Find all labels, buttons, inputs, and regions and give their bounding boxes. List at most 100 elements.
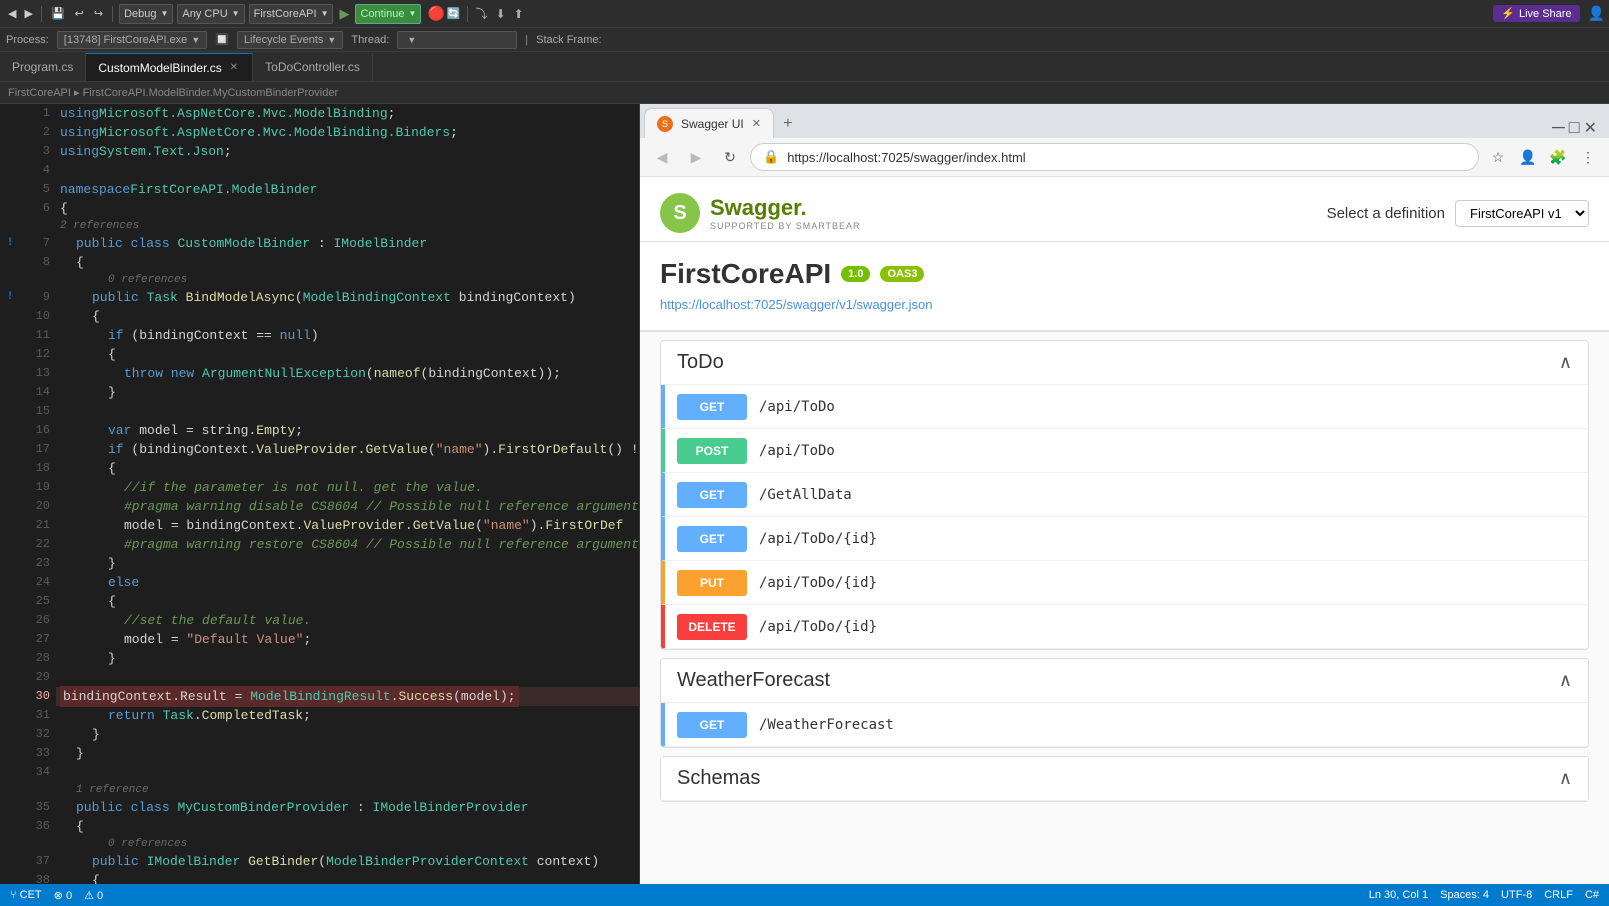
code-line: [56, 763, 639, 782]
profile-icon[interactable]: 👤: [1515, 144, 1541, 170]
code-line: {: [56, 592, 639, 611]
code-line: using System.Text.Json;: [56, 142, 639, 161]
select-definition: Select a definition FirstCoreAPI v1: [1327, 200, 1589, 227]
status-right: Ln 30, Col 1 Spaces: 4 UTF-8 CRLF C#: [1369, 889, 1599, 901]
back-button[interactable]: ◀: [648, 143, 676, 171]
line-ending[interactable]: CRLF: [1544, 889, 1573, 901]
ref-hint: 0 references: [56, 272, 639, 288]
code-line: if (bindingContext == null): [56, 326, 639, 345]
todo-section-header[interactable]: ToDo ∧: [661, 341, 1588, 385]
endpoint-path: /GetAllData: [759, 487, 852, 503]
close-tab-icon[interactable]: ✕: [228, 61, 240, 74]
debug-dropdown[interactable]: Debug ▼: [119, 4, 173, 24]
swagger-logo: S Swagger. SUPPORTED BY SMARTBEAR: [660, 193, 861, 233]
endpoint-get-weather[interactable]: GET /WeatherForecast: [661, 703, 1588, 747]
tab-custom-model-binder[interactable]: CustomModelBinder.cs ✕: [86, 53, 253, 81]
bookmark-icon[interactable]: ☆: [1485, 144, 1511, 170]
code-line: {: [56, 253, 639, 272]
encoding[interactable]: UTF-8: [1501, 889, 1532, 901]
code-line: {: [56, 345, 639, 364]
code-line: else: [56, 573, 639, 592]
step-into[interactable]: ⬇: [492, 7, 510, 21]
step-over[interactable]: ⤵: [472, 5, 492, 22]
user-icon[interactable]: 👤: [1588, 5, 1605, 22]
process-dropdown[interactable]: [13748] FirstCoreAPI.exe ▼: [57, 31, 207, 49]
minimize-btn[interactable]: ─: [1552, 117, 1565, 138]
code-line: #pragma warning disable CS8604 // Possib…: [56, 497, 639, 516]
todo-section-title: ToDo: [677, 351, 724, 374]
code-line: [56, 402, 639, 421]
oas-badge: OAS3: [880, 266, 924, 282]
endpoint-get-all-data[interactable]: GET /GetAllData: [661, 473, 1588, 517]
project-dropdown[interactable]: FirstCoreAPI ▼: [249, 4, 334, 24]
tab-program-cs[interactable]: Program.cs: [0, 53, 86, 81]
restart-btn[interactable]: 🔄: [447, 7, 461, 20]
code-line: model = "Default Value";: [56, 630, 639, 649]
cpu-dropdown[interactable]: Any CPU ▼: [177, 4, 244, 24]
undo-btn[interactable]: ↩: [70, 5, 89, 22]
url-text: https://localhost:7025/swagger/index.htm…: [787, 150, 1025, 165]
browser-pane: S Swagger UI ✕ + ─ □ ✕ ◀ ▶ ↻ 🔒: [640, 104, 1609, 884]
extensions-icon[interactable]: 🧩: [1545, 144, 1571, 170]
error-count[interactable]: ⊗ 0: [54, 889, 72, 902]
weather-section: WeatherForecast ∧ GET /WeatherForecast: [660, 658, 1589, 748]
browser-chrome: S Swagger UI ✕ + ─ □ ✕ ◀ ▶ ↻ 🔒: [640, 104, 1609, 177]
git-branch[interactable]: ⑂ CET: [10, 889, 42, 901]
swagger-content: S Swagger. SUPPORTED BY SMARTBEAR Select…: [640, 177, 1609, 884]
new-tab-button[interactable]: +: [774, 110, 802, 138]
forward-button[interactable]: ▶: [682, 143, 710, 171]
warning-count[interactable]: ⚠ 0: [84, 889, 103, 902]
endpoint-get-todo-id[interactable]: GET /api/ToDo/{id}: [661, 517, 1588, 561]
back-btn[interactable]: ◀: [4, 5, 20, 22]
schemas-section-header[interactable]: Schemas ∧: [661, 757, 1588, 801]
endpoint-delete-todo-id[interactable]: DELETE /api/ToDo/{id}: [661, 605, 1588, 649]
endpoint-post-api-todo[interactable]: POST /api/ToDo: [661, 429, 1588, 473]
code-line-30: bindingContext.Result = ModelBindingResu…: [56, 687, 639, 706]
stop-btn[interactable]: 🔴: [427, 5, 444, 22]
collapse-icon: ∧: [1559, 352, 1572, 373]
redo-btn[interactable]: ↪: [89, 5, 108, 22]
code-line: }: [56, 554, 639, 573]
refresh-button[interactable]: ↻: [716, 143, 744, 171]
maximize-btn[interactable]: □: [1569, 117, 1580, 138]
forward-btn[interactable]: ▶: [20, 5, 36, 22]
api-title: FirstCoreAPI: [660, 258, 831, 290]
collapse-icon: ∧: [1559, 670, 1572, 691]
collapse-icon: ∧: [1559, 768, 1572, 789]
browser-tab-swagger[interactable]: S Swagger UI ✕: [644, 108, 774, 138]
code-line: return Task.CompletedTask;: [56, 706, 639, 725]
spaces[interactable]: Spaces: 4: [1440, 889, 1489, 901]
line-numbers: 1 2 3 4 5 6 7 8 9 10 11 12 13 14 15 16 1…: [20, 104, 56, 884]
code-content[interactable]: using Microsoft.AspNetCore.Mvc.ModelBind…: [56, 104, 639, 884]
method-get-badge: GET: [677, 482, 747, 508]
status-left: ⑂ CET ⊗ 0 ⚠ 0: [10, 889, 103, 902]
weather-section-header[interactable]: WeatherForecast ∧: [661, 659, 1588, 703]
select-definition-label: Select a definition: [1327, 205, 1445, 222]
code-line: using Microsoft.AspNetCore.Mvc.ModelBind…: [56, 123, 639, 142]
version-badge: 1.0: [841, 266, 870, 282]
close-window-btn[interactable]: ✕: [1584, 118, 1597, 138]
code-area[interactable]: ! ! 1 2 3 4 5 6 7 8 9 10 11: [0, 104, 639, 884]
browser-tab-bar: S Swagger UI ✕ + ─ □ ✕: [640, 104, 1609, 138]
endpoint-get-api-todo[interactable]: GET /api/ToDo: [661, 385, 1588, 429]
menu-icon[interactable]: ⋮: [1575, 144, 1601, 170]
definition-select[interactable]: FirstCoreAPI v1: [1455, 200, 1589, 227]
code-line: }: [56, 744, 639, 763]
lifecycle-dropdown[interactable]: Lifecycle Events ▼: [237, 31, 343, 49]
ref-hint: 1 reference: [56, 782, 639, 798]
close-browser-tab-icon[interactable]: ✕: [752, 117, 761, 130]
step-out[interactable]: ⬆: [510, 7, 528, 21]
api-link[interactable]: https://localhost:7025/swagger/v1/swagge…: [660, 297, 932, 312]
address-bar[interactable]: 🔒 https://localhost:7025/swagger/index.h…: [750, 143, 1479, 171]
thread-dropdown[interactable]: ▼: [397, 31, 517, 49]
code-line: }: [56, 649, 639, 668]
save-btn[interactable]: 💾: [46, 5, 70, 22]
schemas-section: Schemas ∧: [660, 756, 1589, 802]
code-line: {: [56, 817, 639, 836]
endpoint-put-todo-id[interactable]: PUT /api/ToDo/{id}: [661, 561, 1588, 605]
ref-hint: 0 references: [56, 836, 639, 852]
live-share-button[interactable]: ⚡ Live Share: [1493, 5, 1579, 22]
language[interactable]: C#: [1585, 889, 1599, 901]
tab-todo-controller[interactable]: ToDoController.cs: [253, 53, 373, 81]
continue-btn[interactable]: Continue ▼: [355, 4, 421, 24]
